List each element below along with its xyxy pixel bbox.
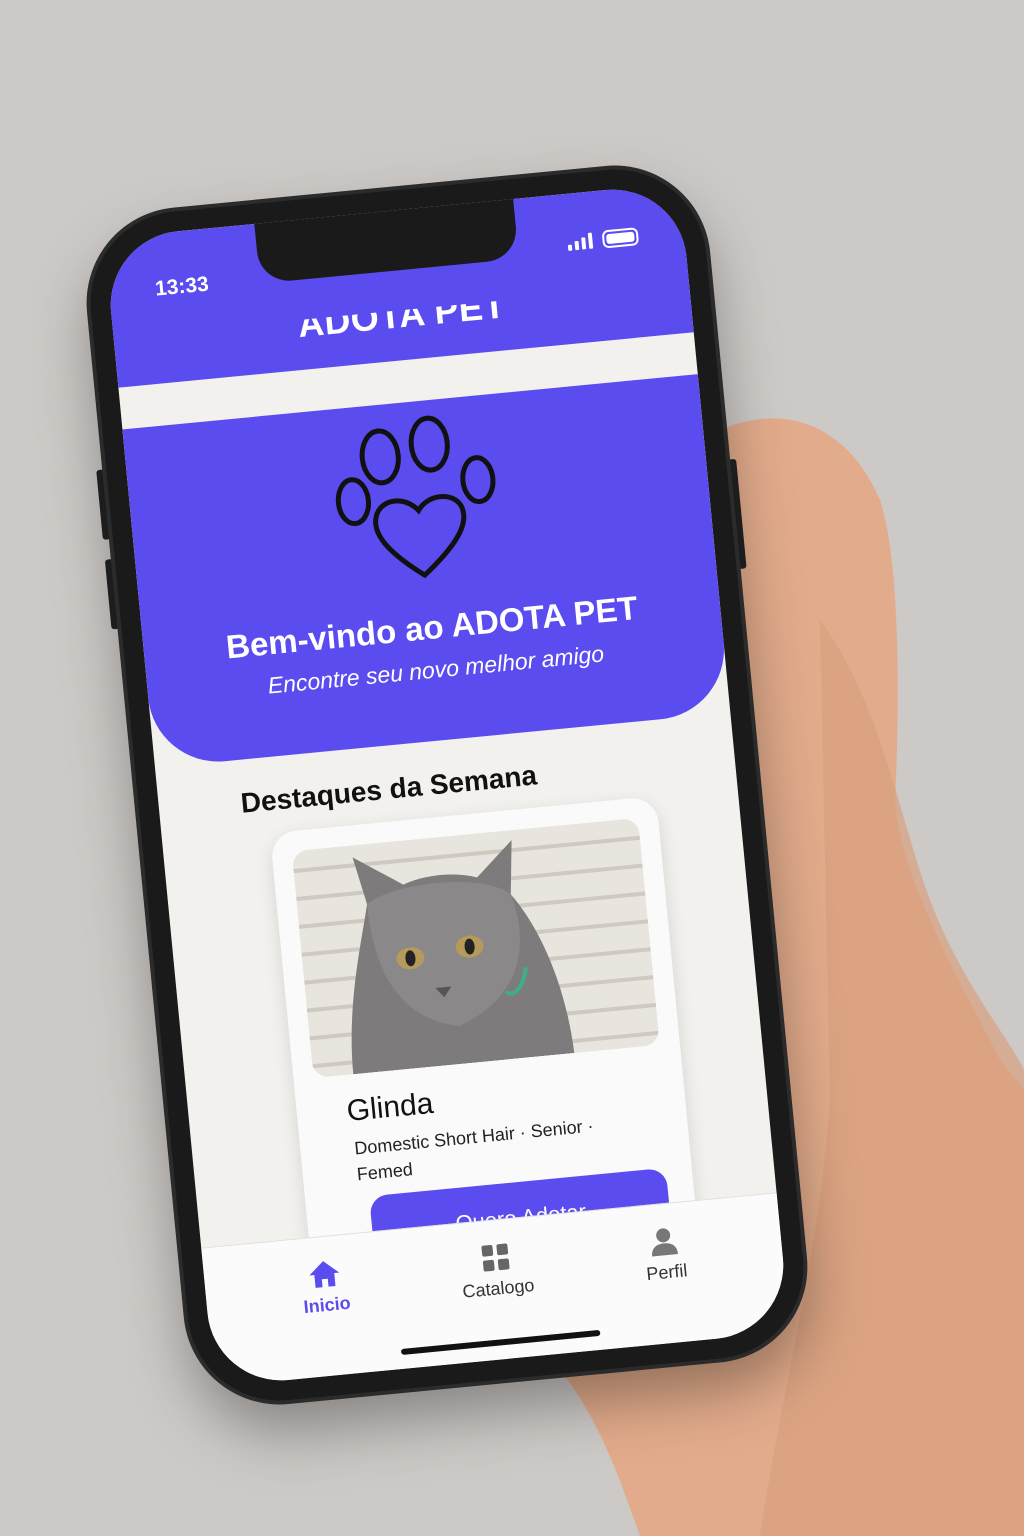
status-time: 13:33: [154, 272, 210, 301]
status-icons: [567, 227, 640, 252]
battery-icon: [601, 227, 640, 249]
paw-heart-icon: [335, 415, 496, 579]
tab-catalogo-label: Catalogo: [461, 1274, 536, 1302]
welcome-hero: Bem-vindo ao ADOTA PET Encontre seu novo…: [122, 374, 731, 768]
gray-cat-photo: [291, 817, 660, 1079]
phone: 13:33 ADOTA PET Bem-vindo ao ADOTA PET E…: [82, 161, 812, 1409]
signal-bars-icon: [567, 232, 594, 251]
tab-perfil[interactable]: Perfil: [642, 1224, 694, 1344]
home-icon: [309, 1261, 340, 1288]
person-icon: [652, 1228, 679, 1257]
tab-perfil-label: Perfil: [645, 1260, 689, 1285]
app-screen: 13:33 ADOTA PET Bem-vindo ao ADOTA PET E…: [104, 182, 790, 1388]
grid-icon: [481, 1243, 510, 1272]
tab-inicio-label: Inicio: [302, 1292, 352, 1318]
tab-inicio[interactable]: Inicio: [299, 1257, 357, 1378]
